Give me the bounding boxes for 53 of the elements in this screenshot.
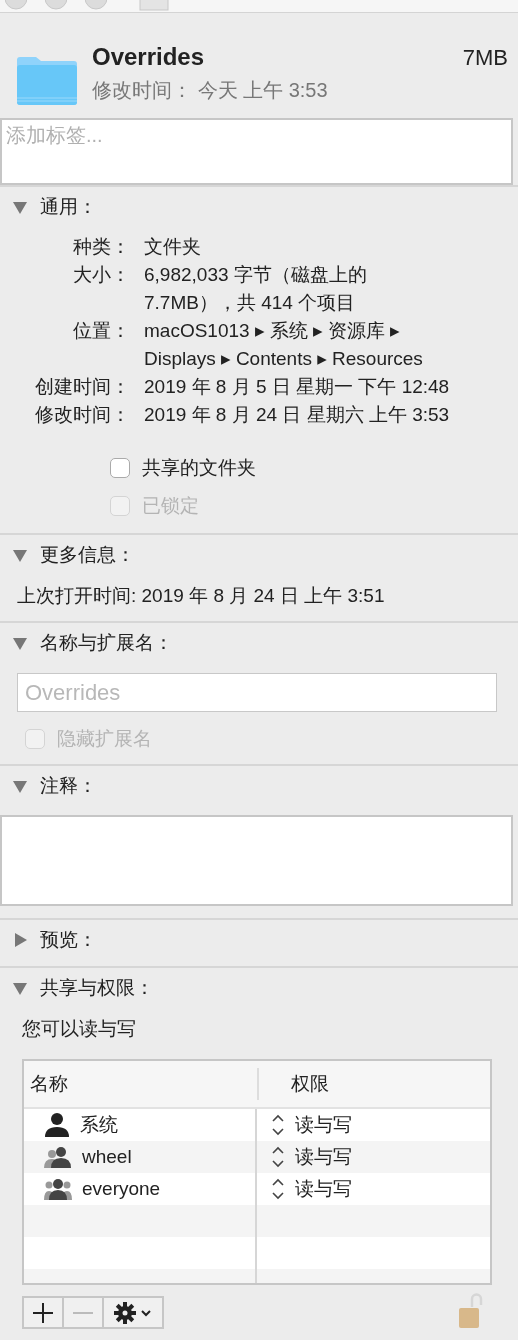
user-name: 系统 — [80, 1113, 118, 1137]
last-opened-text: 上次打开时间: 2019 年 8 月 24 日 上午 3:51 — [16, 584, 386, 608]
group-icon — [44, 1146, 72, 1168]
disclosure-triangle-icon[interactable] — [12, 932, 28, 948]
disclosure-triangle-icon[interactable] — [12, 547, 28, 563]
info-value: 2019 年 8 月 5 日 星期一 下午 12:48 — [144, 375, 451, 399]
disclosure-triangle-icon[interactable] — [12, 199, 28, 215]
info-value: 2019 年 8 月 24 日 星期六 上午 3:53 — [144, 403, 451, 427]
gear-icon — [113, 1300, 153, 1325]
file-size: 7MB — [462, 45, 508, 71]
info-label: 种类： — [72, 235, 130, 259]
minus-icon — [72, 1310, 94, 1315]
up-down-chevron-icon — [271, 1113, 285, 1137]
section-title: 通用： — [40, 195, 97, 219]
info-label: 位置： — [72, 319, 130, 343]
disclosure-triangle-icon[interactable] — [12, 778, 28, 794]
privilege-popup[interactable]: 读与写 — [271, 1176, 352, 1202]
info-value: 7.7MB），共 414 个项目 — [144, 291, 357, 315]
info-value: 6,982,033 字节（磁盘上的 — [144, 263, 368, 287]
info-value: Displays ▸ Contents ▸ Resources — [144, 347, 424, 371]
disclosure-triangle-icon[interactable] — [12, 635, 28, 651]
checkbox-label: 隐藏扩展名 — [57, 727, 152, 751]
section-title: 注释： — [40, 774, 97, 798]
section-title: 共享与权限： — [40, 976, 154, 1000]
folder-icon — [16, 56, 78, 106]
user-name: wheel — [82, 1146, 132, 1168]
section-title: 预览： — [40, 928, 97, 952]
user-icon — [44, 1113, 70, 1137]
plus-icon — [32, 1301, 54, 1324]
column-header[interactable]: 名称 — [24, 1071, 257, 1097]
group-icon — [44, 1178, 72, 1200]
info-label: 创建时间： — [34, 375, 130, 399]
checkbox[interactable] — [110, 458, 130, 478]
section-title: 更多信息： — [40, 543, 135, 567]
checkbox-label: 共享的文件夹 — [142, 456, 256, 480]
info-label: 修改时间： — [34, 403, 130, 427]
privilege-popup[interactable]: 读与写 — [271, 1112, 352, 1138]
section-title: 名称与扩展名： — [40, 631, 173, 655]
permission-note: 您可以读与写 — [21, 1017, 137, 1041]
info-value: macOS1013 ▸ 系统 ▸ 资源库 ▸ — [144, 319, 401, 343]
user-name: everyone — [82, 1178, 161, 1200]
file-name: Overrides — [92, 43, 205, 71]
up-down-chevron-icon — [271, 1177, 285, 1201]
comments-field[interactable] — [0, 815, 513, 906]
column-header[interactable]: 权限 — [257, 1068, 490, 1100]
info-value: 文件夹 — [144, 235, 202, 259]
disclosure-triangle-icon[interactable] — [12, 980, 28, 996]
privilege-popup[interactable]: 读与写 — [271, 1144, 352, 1170]
info-label: 大小： — [72, 263, 130, 287]
tags-field[interactable]: 添加标签... — [0, 118, 513, 185]
up-down-chevron-icon — [271, 1145, 285, 1169]
checkbox-label: 已锁定 — [142, 494, 199, 518]
modified-date: 修改时间： 今天 上午 3:53 — [92, 78, 329, 103]
